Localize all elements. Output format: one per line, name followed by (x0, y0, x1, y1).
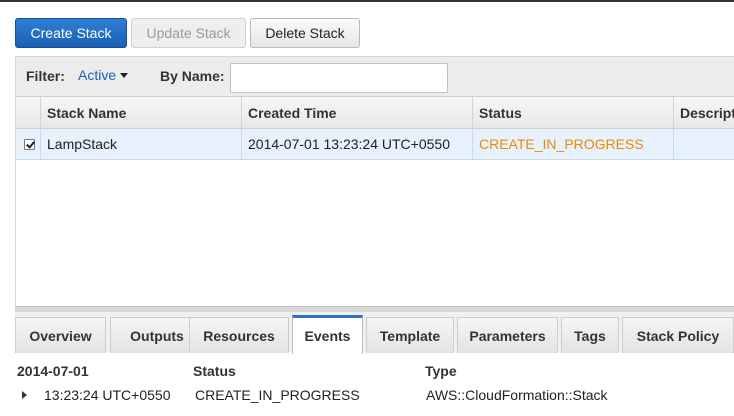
filter-dropdown-value: Active (78, 67, 117, 83)
row-created-time: 2014-07-01 13:23:24 UTC+0550 (242, 129, 473, 159)
grid-header: Stack Name Created Time Status Descript (16, 96, 734, 129)
tab-template[interactable]: Template (366, 317, 454, 353)
filter-bar: Filter: Active By Name: (15, 56, 734, 96)
tab-resources[interactable]: Resources (189, 317, 289, 353)
window-top-border (0, 0, 734, 2)
row-stack-name: LampStack (41, 129, 242, 159)
events-status-header: Status (193, 363, 236, 379)
event-type: AWS::CloudFormation::Stack (426, 387, 608, 403)
by-name-label: By Name: (160, 68, 225, 84)
delete-stack-button[interactable]: Delete Stack (250, 18, 360, 48)
detail-tabs: Overview Outputs Resources Events Templa… (15, 312, 734, 354)
header-description[interactable]: Descript (674, 97, 734, 129)
caret-down-icon (120, 72, 129, 78)
row-select-cell (16, 129, 41, 159)
row-checkbox[interactable] (24, 139, 35, 150)
filter-label: Filter: (26, 68, 65, 84)
event-status: CREATE_IN_PROGRESS (195, 387, 360, 403)
tab-overview[interactable]: Overview (15, 317, 106, 353)
tab-stack-policy[interactable]: Stack Policy (622, 317, 734, 353)
update-stack-button[interactable]: Update Stack (131, 18, 246, 48)
events-type-header: Type (425, 363, 457, 379)
tab-events[interactable]: Events (292, 315, 363, 354)
header-select-column (16, 97, 41, 129)
table-row[interactable]: LampStack 2014-07-01 13:23:24 UTC+0550 C… (16, 129, 734, 160)
tab-tags[interactable]: Tags (561, 317, 619, 353)
tab-parameters[interactable]: Parameters (457, 317, 558, 353)
stacks-grid: Stack Name Created Time Status Descript … (15, 96, 734, 306)
row-status: CREATE_IN_PROGRESS (473, 129, 674, 159)
event-time: 13:23:24 UTC+0550 (44, 387, 171, 403)
header-stack-name[interactable]: Stack Name (41, 97, 242, 129)
row-description (674, 129, 734, 159)
events-date-header: 2014-07-01 (17, 363, 89, 379)
expand-triangle-icon[interactable] (22, 391, 27, 399)
by-name-input[interactable] (230, 63, 448, 93)
create-stack-button[interactable]: Create Stack (15, 18, 127, 48)
header-created-time[interactable]: Created Time (242, 97, 473, 129)
header-status[interactable]: Status (473, 97, 674, 129)
filter-dropdown[interactable]: Active (78, 67, 129, 83)
